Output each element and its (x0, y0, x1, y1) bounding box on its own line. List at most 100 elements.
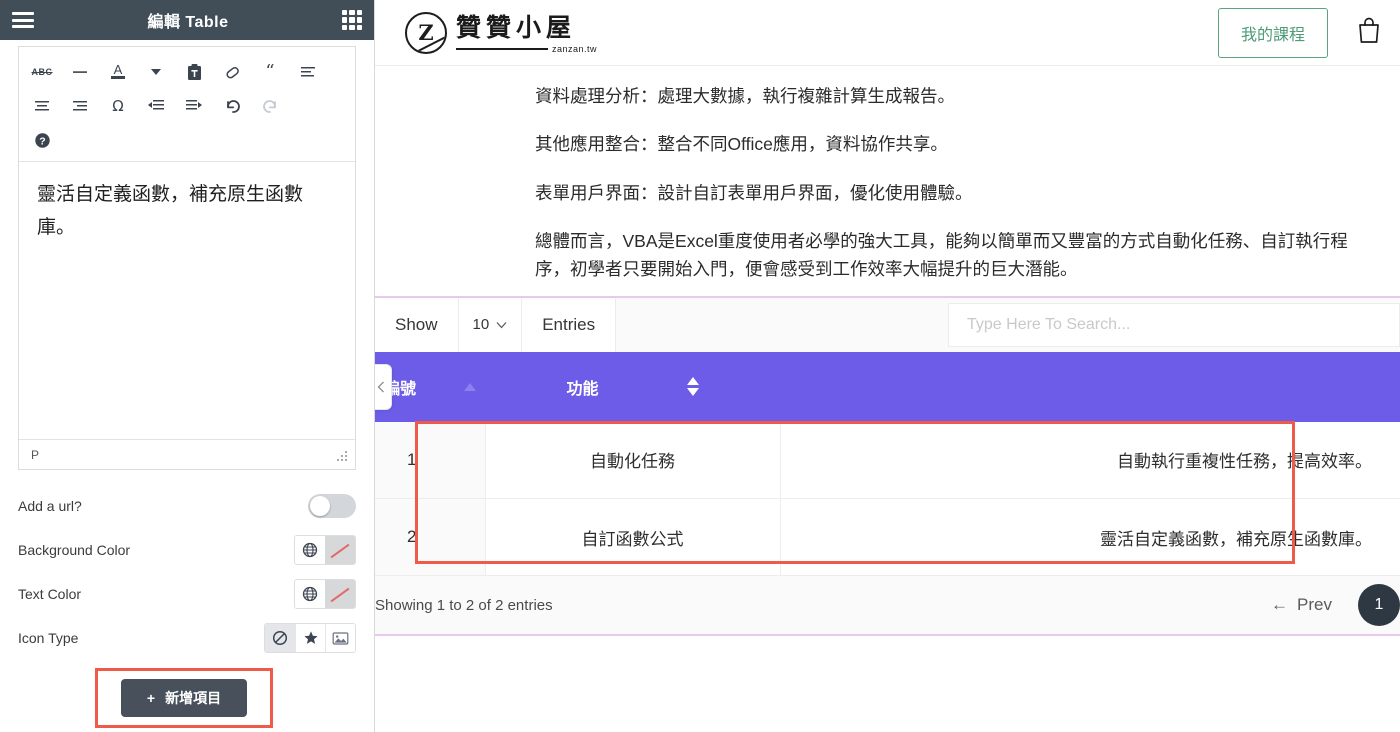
image-icon[interactable] (325, 624, 355, 652)
logo-mark-letter: Z (418, 20, 434, 45)
editor-title: 編輯 Table (147, 14, 229, 31)
blockquote-button[interactable]: “ (251, 57, 289, 87)
page-length-group: Show 10 Entries (375, 297, 617, 352)
article-paragraph: 資料處理分析：處理大數據，執行複雜計算生成報告。 (535, 86, 955, 106)
shopping-bag-icon[interactable] (1356, 15, 1382, 50)
paste-button[interactable] (175, 57, 213, 87)
prev-page-button[interactable]: ← Prev (1271, 595, 1332, 615)
add-item-button[interactable]: + 新增項目 (120, 679, 248, 717)
text-color-control (294, 579, 356, 609)
add-url-toggle[interactable] (308, 494, 356, 518)
table-header-row: 編號 功能 (375, 351, 1400, 422)
logo-name: 贊贊小屋 (456, 12, 577, 42)
globe-icon[interactable] (295, 536, 325, 564)
option-label-background-color: Background Color (18, 542, 131, 558)
cell-id: 1 (375, 421, 486, 500)
datatable-footer: Showing 1 to 2 of 2 entries ← Prev 1 (375, 576, 1400, 635)
rte-content-area[interactable]: 靈活自定義函數，補充原生函數庫。 (19, 161, 355, 439)
editor-header-bar: 編輯 Table (0, 0, 374, 40)
entries-label: Entries (522, 297, 617, 352)
show-label: Show (375, 297, 459, 352)
logo-text: 贊贊小屋 zanzan.tw (456, 15, 597, 54)
option-row-text-color: Text Color (18, 572, 356, 616)
redo-icon[interactable] (251, 91, 289, 121)
help-icon[interactable]: ? (23, 125, 61, 155)
datatable-search-box[interactable] (948, 302, 1400, 347)
search-input[interactable] (967, 315, 1381, 334)
chevron-down-icon[interactable] (137, 57, 175, 87)
text-color-none-swatch[interactable] (325, 580, 355, 608)
site-logo[interactable]: Z 贊贊小屋 zanzan.tw (405, 11, 597, 54)
divider-bottom (375, 634, 1400, 637)
sort-both-icon (686, 377, 699, 397)
site-preview: Z 贊贊小屋 zanzan.tw 我的課程 資料處理分析：處理大數據，執行複雜計… (375, 0, 1400, 732)
star-icon[interactable] (295, 624, 325, 652)
add-item-highlight: + 新增項目 (95, 668, 273, 728)
my-course-button[interactable]: 我的課程 (1217, 7, 1328, 58)
svg-text:Ω: Ω (112, 97, 123, 115)
column-header-feature[interactable]: 功能 (485, 351, 780, 422)
align-left-button[interactable] (289, 57, 327, 87)
outdent-button[interactable] (137, 91, 175, 121)
undo-icon[interactable] (213, 91, 251, 121)
text-color-button[interactable]: A (99, 57, 137, 87)
cell-feature: 自動化任務 (485, 421, 781, 500)
site-header: Z 贊贊小屋 zanzan.tw 我的課程 (375, 0, 1400, 66)
align-right-button[interactable] (61, 91, 99, 121)
icon-type-control (264, 623, 356, 653)
logo-mark-icon: Z (405, 11, 447, 54)
table-body: 1 自動化任務 自動執行重複性任務，提高效率。 2 自訂函數公式 靈活自定義函數… (375, 421, 1400, 577)
logo-subline: zanzan.tw (456, 43, 598, 54)
option-label-add-url: Add a url? (18, 498, 82, 514)
grid-icon[interactable] (342, 10, 362, 30)
article-paragraph: 表單用戶界面：設計自訂表單用戶界面，優化使用體驗。 (535, 182, 973, 203)
article-body: 資料處理分析：處理大數據，執行複雜計算生成報告。 其他應用整合：整合不同Offi… (375, 66, 1400, 296)
datatable-controls: Show 10 Entries (375, 297, 1400, 352)
option-row-background-color: Background Color (18, 528, 356, 572)
sidebar-collapse-toggle[interactable] (375, 363, 392, 410)
logo-domain: zanzan.tw (552, 43, 598, 54)
omega-icon[interactable]: Ω (99, 91, 137, 121)
horizontal-rule-button[interactable] (61, 57, 99, 87)
background-color-none-swatch[interactable] (325, 536, 355, 564)
showing-entries-text: Showing 1 to 2 of 2 entries (375, 596, 553, 614)
svg-text:?: ? (39, 135, 45, 147)
article-paragraph: 其他應用整合：整合不同Office應用，資料協作共享。 (535, 134, 948, 155)
page-length-value: 10 (472, 316, 490, 334)
strikethrough-button[interactable]: ABC (23, 57, 61, 87)
option-label-icon-type: Icon Type (18, 630, 79, 646)
datatable-wrapper: 編號 功能 1 自動化任務 自動執行重複性任務，提高效率。 2 自訂函數公式 靈… (375, 351, 1400, 577)
table-row[interactable]: 1 自動化任務 自動執行重複性任務，提高效率。 (375, 421, 1400, 500)
indent-button[interactable] (175, 91, 213, 121)
rte-toolbar-row-2: Ω (23, 89, 351, 123)
rte-toolbar: ABC A “ Ω ? (19, 47, 355, 161)
cell-id: 2 (375, 498, 486, 577)
prev-page-label: Prev (1297, 595, 1332, 615)
screenshot-root: 編輯 Table ABC A “ Ω ? 靈活自定義函數，補充原生函數庫。 P … (0, 0, 1400, 732)
rte-toolbar-row-1: ABC A “ (23, 55, 351, 89)
features-table: 編號 功能 1 自動化任務 自動執行重複性任務，提高效率。 2 自訂函數公式 靈… (375, 351, 1400, 577)
add-item-label: 新增項目 (165, 690, 222, 706)
option-label-text-color: Text Color (18, 586, 82, 602)
chevron-down-icon (496, 316, 507, 333)
arrow-left-icon: ← (1271, 595, 1289, 615)
page-length-select[interactable]: 10 (458, 297, 523, 352)
plus-icon: + (146, 690, 156, 706)
align-center-button[interactable] (23, 91, 61, 121)
column-header-feature-label: 功能 (566, 380, 599, 398)
rte-element-path: P (31, 447, 40, 462)
page-number-1[interactable]: 1 (1358, 584, 1400, 627)
no-icon-icon[interactable] (265, 624, 295, 652)
pagination: ← Prev 1 (1271, 584, 1400, 627)
resize-handle[interactable] (335, 449, 347, 461)
rich-text-editor: ABC A “ Ω ? 靈活自定義函數，補充原生函數庫。 P (18, 46, 356, 470)
eraser-icon[interactable] (213, 57, 251, 87)
column-header-description[interactable] (780, 351, 1400, 422)
option-row-icon-type: Icon Type (18, 616, 356, 660)
globe-icon[interactable] (295, 580, 325, 608)
cell-feature: 自訂函數公式 (485, 498, 781, 577)
article-paragraph: 總體而言，VBA是Excel重度使用者必學的強大工具，能夠以簡單而又豐富的方式自… (535, 231, 1348, 280)
sort-ascending-icon (464, 382, 476, 391)
hamburger-icon[interactable] (12, 12, 34, 28)
table-row[interactable]: 2 自訂函數公式 靈活自定義函數，補充原生函數庫。 (375, 498, 1400, 577)
